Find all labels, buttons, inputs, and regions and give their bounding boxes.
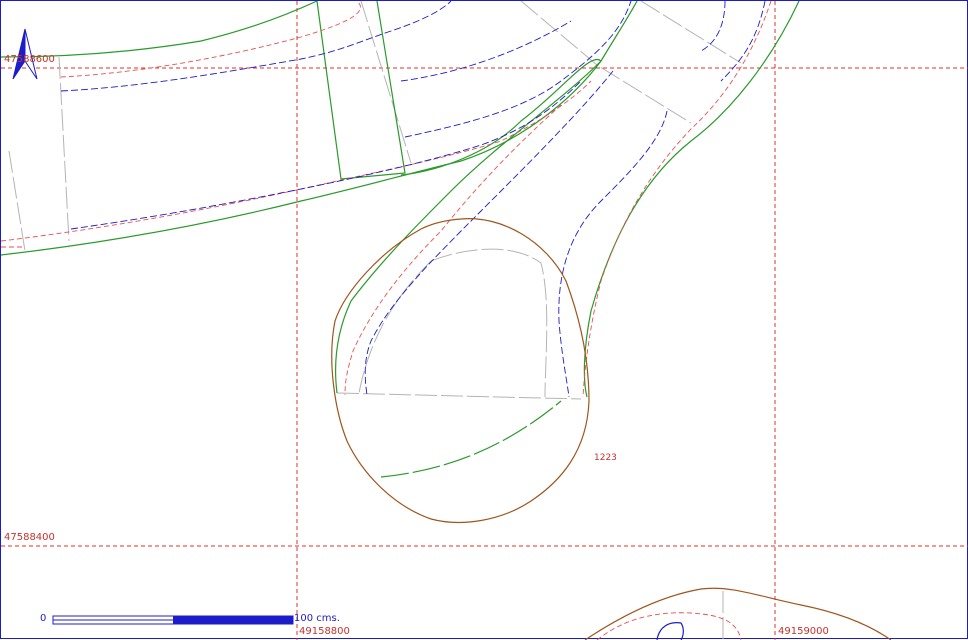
- cul-de-sac-edge-east: [583, 1, 800, 398]
- road-edge-branch: [400, 58, 602, 176]
- lot-line: [640, 1, 742, 64]
- northing-label-top: 47588600: [4, 54, 55, 65]
- northing-label-bottom: 47588400: [4, 532, 55, 543]
- centerline: [400, 20, 572, 82]
- curb-line: [582, 1, 772, 398]
- road-edge-south: [1, 1, 638, 256]
- lot-line: [58, 56, 70, 242]
- scale-bar-fill: [173, 616, 293, 624]
- lot-lines: [8, 1, 742, 640]
- lot-line: [8, 150, 26, 252]
- parcel-boundary: [331, 218, 590, 524]
- curb-lines: [1, 1, 772, 640]
- lot-line: [360, 1, 412, 164]
- centerline: [364, 70, 614, 396]
- parcel-number-label: 1223: [594, 453, 617, 463]
- water-feature: [656, 622, 684, 640]
- centerline: [404, 1, 632, 138]
- centerline: [720, 1, 766, 82]
- scale-start-label: 0: [40, 613, 47, 624]
- lot-line: [336, 392, 582, 400]
- easting-label-right: 49159000: [778, 626, 829, 637]
- coordinate-grid: [1, 1, 968, 640]
- curb-line: [596, 612, 742, 640]
- centerline: [558, 110, 668, 398]
- centerlines: [60, 1, 766, 398]
- lot-line: [520, 1, 692, 124]
- scale-bar-graphic: [52, 615, 294, 625]
- curb-line: [344, 104, 562, 396]
- easting-label-left: 49158800: [299, 626, 350, 637]
- cul-de-sac-bottom: [380, 400, 562, 478]
- scale-end-label: 100 cms.: [294, 613, 340, 624]
- centerline: [60, 1, 452, 92]
- lot-line: [430, 248, 548, 398]
- road-edge-north: [1, 1, 318, 58]
- road-edges: [1, 1, 800, 478]
- centerline: [70, 80, 582, 230]
- cadastral-map: [1, 1, 968, 640]
- centerline: [700, 1, 726, 52]
- lot-line: [358, 260, 432, 394]
- map-canvas[interactable]: 47588600 47588400 49158800 49159000 1223…: [0, 0, 968, 640]
